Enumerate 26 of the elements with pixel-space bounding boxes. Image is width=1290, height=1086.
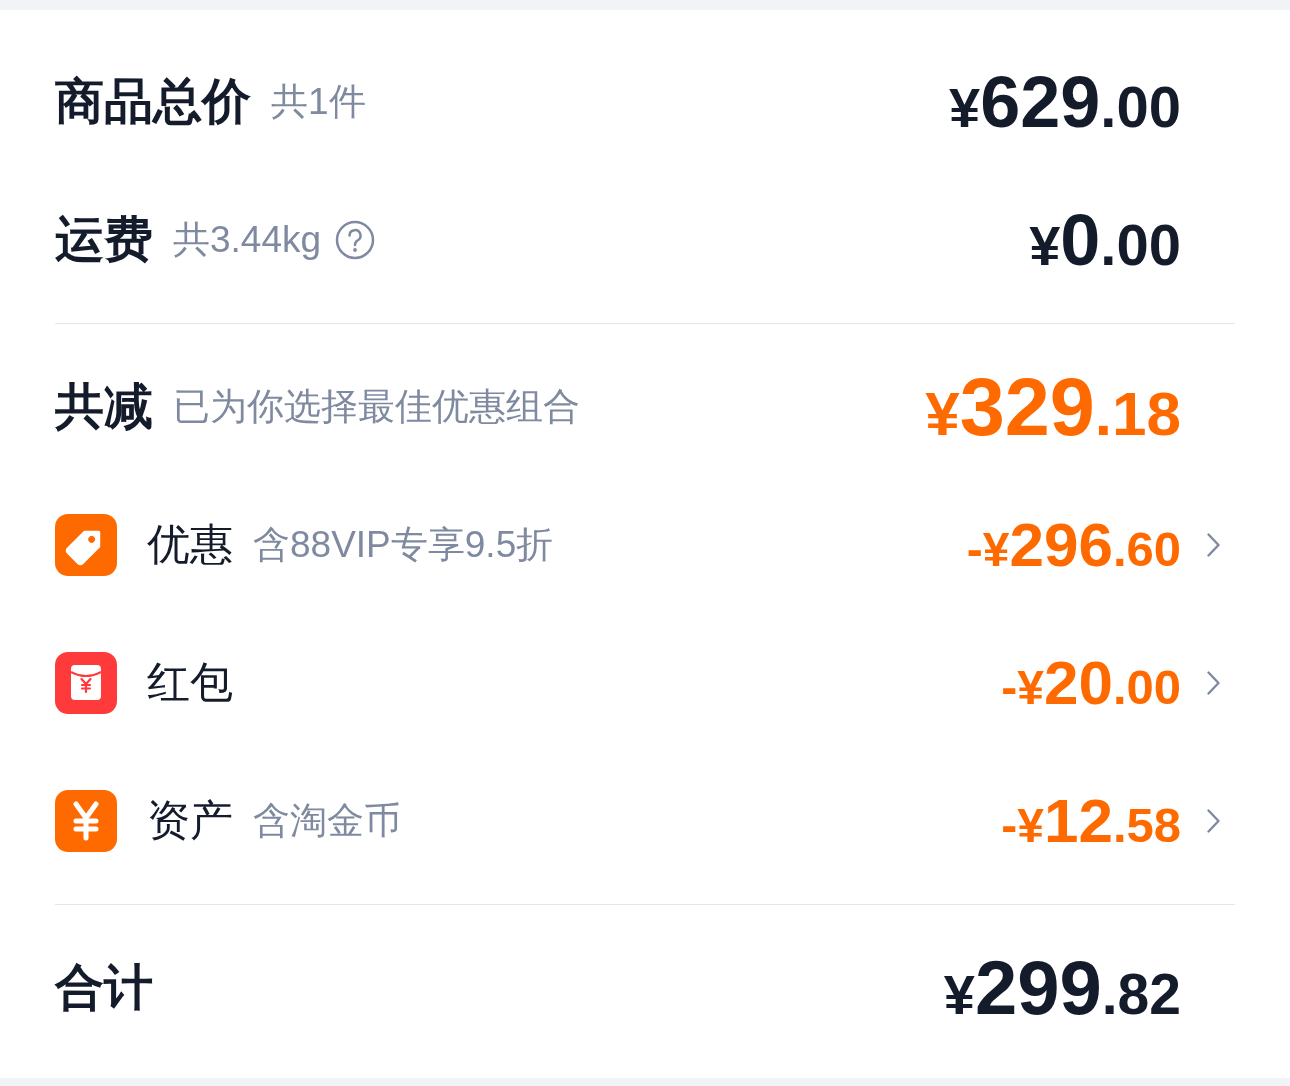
yen-icon bbox=[55, 790, 117, 852]
row-title: 商品总价 bbox=[55, 73, 251, 130]
price-amount: ¥629.00 bbox=[949, 66, 1181, 138]
price-amount: ¥0.00 bbox=[1029, 204, 1181, 276]
chevron-right-icon[interactable] bbox=[1207, 671, 1220, 695]
tag-icon bbox=[55, 514, 117, 576]
price-amount: -¥296.60 bbox=[966, 514, 1181, 576]
chevron-right-icon[interactable] bbox=[1207, 533, 1220, 557]
chevron-right-icon[interactable] bbox=[1207, 809, 1220, 833]
row-note: 含淘金币 bbox=[253, 799, 401, 843]
row-label: 资产 bbox=[147, 795, 233, 846]
row-note: 共1件 bbox=[271, 80, 366, 124]
price-amount: -¥12.58 bbox=[1001, 790, 1181, 852]
row-title: 合计 bbox=[55, 959, 153, 1016]
row-label: 优惠 bbox=[147, 519, 233, 570]
envelope-icon bbox=[55, 652, 117, 714]
price-amount: ¥329.18 bbox=[925, 366, 1181, 448]
row-note: 共3.44kg bbox=[173, 218, 322, 262]
row-label: 红包 bbox=[147, 657, 233, 708]
row-title: 运费 bbox=[55, 211, 153, 268]
row-note: 已为你选择最佳优惠组合 bbox=[173, 385, 580, 429]
price-amount: -¥20.00 bbox=[1001, 652, 1181, 714]
row-title: 共减 bbox=[55, 378, 153, 435]
help-icon[interactable] bbox=[335, 220, 376, 260]
row-note: 含88VIP专享9.5折 bbox=[253, 523, 554, 567]
price-amount: ¥299.82 bbox=[943, 950, 1181, 1026]
